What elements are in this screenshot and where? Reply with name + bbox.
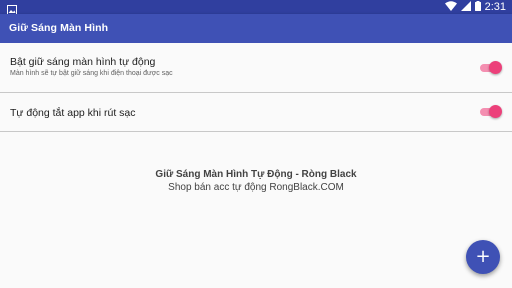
- pref-title: Bật giữ sáng màn hình tự động: [10, 56, 156, 68]
- add-button[interactable]: +: [466, 240, 500, 274]
- screen: 2:31 Giữ Sáng Màn Hình Bật giữ sáng màn …: [0, 0, 512, 288]
- pref-auto-close-app[interactable]: Tự động tắt app khi rút sạc: [0, 93, 512, 132]
- app-bar: Giữ Sáng Màn Hình: [0, 14, 512, 43]
- plus-icon: +: [475, 246, 491, 267]
- status-icons: 2:31: [444, 0, 506, 14]
- credits-title: Giữ Sáng Màn Hình Tự Động - Ròng Black: [155, 169, 357, 180]
- credits: Giữ Sáng Màn Hình Tự Động - Ròng Black S…: [0, 169, 512, 193]
- auto-close-app-switch[interactable]: [480, 105, 502, 119]
- switch-thumb: [489, 105, 502, 118]
- pref-keep-screen-on[interactable]: Bật giữ sáng màn hình tự động Màn hình s…: [0, 43, 512, 93]
- credits-subtitle: Shop bán acc tự động RongBlack.COM: [168, 182, 344, 193]
- image-icon: [7, 2, 17, 15]
- status-time: 2:31: [484, 1, 506, 13]
- status-bar: 2:31: [0, 0, 512, 15]
- switch-thumb: [489, 61, 502, 74]
- pref-title: Tự động tắt app khi rút sạc: [10, 107, 136, 119]
- app-title: Giữ Sáng Màn Hình: [9, 22, 109, 34]
- pref-summary: Màn hình sẽ tự bật giữ sáng khi điện tho…: [10, 70, 173, 77]
- keep-screen-on-switch[interactable]: [480, 61, 502, 75]
